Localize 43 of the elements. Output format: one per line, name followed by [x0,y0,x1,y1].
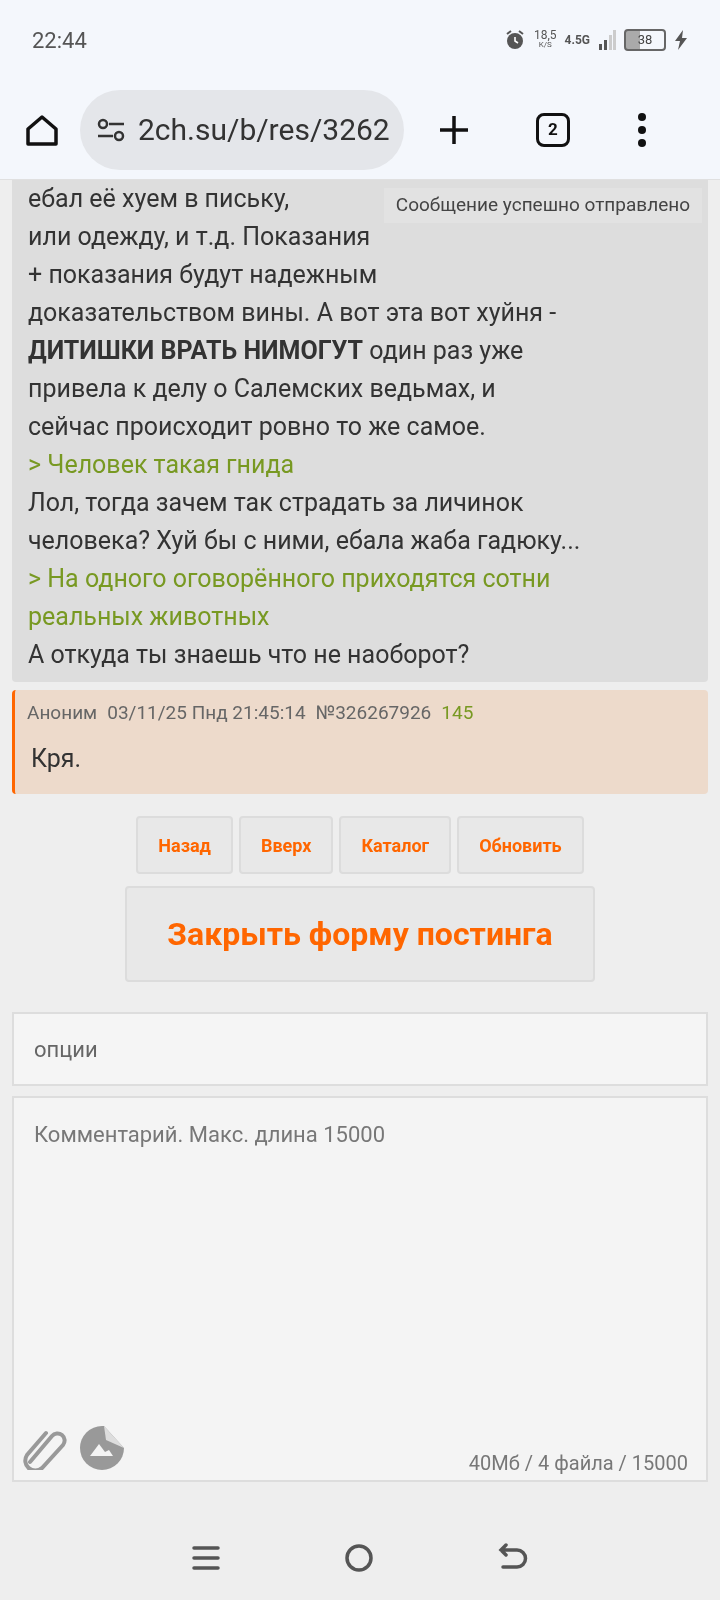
post-text-line: Лол, тогда зачем так страдать за личинок [28,487,524,519]
quote-line: > На одного оговорённого приходятся сотни [28,563,551,595]
quote-line: > Человек такая гнида [28,449,295,481]
post-text-line: привела к делу о Салемских ведьмах, и [28,373,496,405]
signal-icon [598,30,616,50]
post-text-line: сейчас происходит ровно то же самое. [28,411,486,443]
post-text-line: ДИТИШКИ ВРАТЬ НИМОГУТ один раз уже [28,335,524,367]
clock: 22:44 [32,26,87,55]
post-text-line: Кря. [31,743,82,775]
site-settings-icon[interactable] [96,117,126,142]
home-button-icon[interactable] [344,1543,374,1573]
post-text-line: А откуда ты знаешь что не наоборот? [28,639,470,671]
options-button[interactable]: опции [12,1012,708,1086]
nav-button[interactable]: Назад [136,816,233,874]
quote-line: реальных животных [28,601,270,633]
charging-icon [674,30,688,50]
more-icon[interactable] [636,111,648,148]
post-text-line: доказательством вины. А вот эта вот хуйня - [28,297,557,329]
url-text: 2ch.su/b/res/3262 [138,111,390,149]
menu-icon[interactable] [192,1544,220,1572]
post-index: 145 [441,700,474,726]
post-text-line: + показания будут надежным [28,259,378,291]
comment-panel[interactable]: Комментарий. Макс. длина 15000 40Мб / 4 файла / 15000 [12,1096,708,1482]
net-speed-unit: K/S [538,40,552,50]
battery-indicator: 38 [624,29,666,51]
tab-count[interactable]: 2 [536,112,570,147]
post-number[interactable]: №326267926 [315,698,432,728]
toast-message: Сообщение успешно отправлено [383,188,702,223]
comment-field[interactable]: Комментарий. Макс. длина 15000 [14,1098,706,1398]
post-text-line: ебал её хуем в письку, [28,183,290,215]
limits-text: 40Мб / 4 файла / 15000 [468,1450,688,1477]
post-author: Аноним [27,700,98,726]
net-speed: 18,5 [533,30,557,40]
post-text-line: человека? Хуй бы с ними, ебала жаба гадюку... [28,525,581,557]
address-bar[interactable]: 2ch.su/b/res/3262 [80,89,404,170]
nav-button[interactable]: Каталог [339,816,452,874]
sticker-icon[interactable] [78,1424,126,1472]
post-text-line: или одежду, и т.д. Показания [28,221,371,253]
nav-button[interactable]: Обновить [457,816,584,874]
post-date: 03/11/25 Пнд 21:45:14 [107,700,306,726]
network-type: 4.5G [564,32,590,49]
close-form-button[interactable]: Закрыть форму постинга [125,886,595,982]
nav-button[interactable]: Вверх [238,816,334,874]
